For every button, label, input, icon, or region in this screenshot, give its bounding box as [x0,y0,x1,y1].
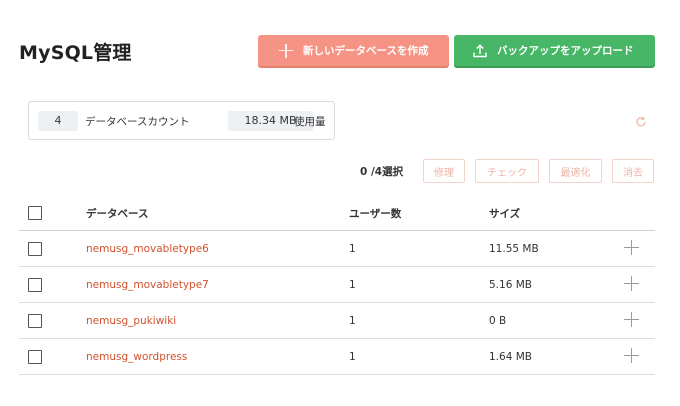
row-checkbox[interactable] [28,242,42,256]
table-row: nemusg_wordpress 1 1.64 MB [19,339,655,375]
row-checkbox[interactable] [28,278,42,292]
table-header: データベース ユーザー数 サイズ [19,194,655,231]
database-size: 5.16 MB [489,279,532,291]
table-row: nemusg_movabletype7 1 5.16 MB [19,267,655,303]
selection-count: 0 /4選択 [360,166,404,178]
delete-button[interactable]: 消去 [612,159,654,183]
database-count-label: データベースカウント [85,116,190,128]
row-checkbox[interactable] [28,350,42,364]
refresh-icon[interactable] [635,116,647,128]
repair-button[interactable]: 修理 [423,159,465,183]
user-count: 1 [349,279,356,291]
database-name-link[interactable]: nemusg_pukiwiki [86,315,176,327]
table-row: nemusg_pukiwiki 1 0 B [19,303,655,339]
create-database-label: 新しいデータベースを作成 [303,45,429,57]
user-count: 1 [349,351,356,363]
upload-backup-button[interactable]: バックアップをアップロード [454,35,655,66]
database-size: 11.55 MB [489,243,539,255]
user-count: 1 [349,243,356,255]
plus-icon [279,43,293,58]
select-all-checkbox[interactable] [28,206,42,220]
row-checkbox[interactable] [28,314,42,328]
check-button[interactable]: チェック [475,159,539,183]
upload-icon [473,43,487,57]
column-database: データベース [86,208,149,220]
plus-icon[interactable] [624,240,639,255]
database-name-link[interactable]: nemusg_movabletype7 [86,279,209,291]
optimize-button[interactable]: 最適化 [549,159,602,183]
database-count: 4 [38,111,78,131]
summary-panel: 4 データベースカウント 18.34 MB 使用量 [28,101,335,140]
database-size: 0 B [489,315,507,327]
database-name-link[interactable]: nemusg_wordpress [86,351,187,363]
upload-backup-label: バックアップをアップロード [497,45,634,57]
plus-icon[interactable] [624,312,639,327]
column-users: ユーザー数 [349,208,402,220]
create-database-button[interactable]: 新しいデータベースを作成 [258,35,449,66]
database-size: 1.64 MB [489,351,532,363]
page-title: MySQL管理 [19,42,132,64]
plus-icon[interactable] [624,276,639,291]
usage-label: 使用量 [294,116,326,128]
column-size: サイズ [489,208,521,220]
plus-icon[interactable] [624,348,639,363]
table-row: nemusg_movabletype6 1 11.55 MB [19,231,655,267]
database-name-link[interactable]: nemusg_movabletype6 [86,243,209,255]
database-table: データベース ユーザー数 サイズ nemusg_movabletype6 1 1… [19,194,655,375]
user-count: 1 [349,315,356,327]
